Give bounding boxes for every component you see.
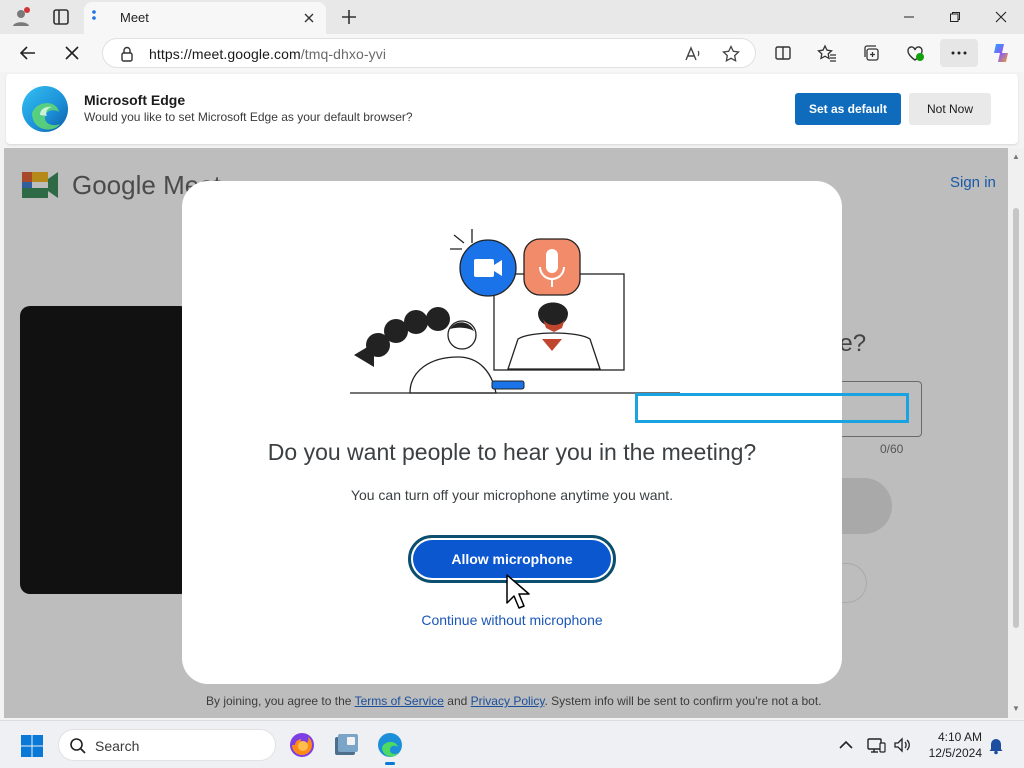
windows-taskbar: Search 4:10 AM 12/5/2024 (0, 720, 1024, 768)
focus-highlight-box (635, 393, 909, 423)
terms-prefix: By joining, you agree to the (206, 694, 352, 708)
banner-text: Would you like to set Microsoft Edge as … (84, 110, 413, 124)
chevron-up-icon[interactable] (836, 735, 856, 755)
collections-icon[interactable] (858, 40, 884, 66)
profile-icon[interactable] (8, 5, 34, 29)
file-app-icon[interactable] (332, 731, 360, 759)
volume-icon[interactable] (892, 735, 912, 755)
terms-and: and (447, 694, 468, 708)
close-tab-icon[interactable] (300, 9, 318, 27)
scroll-up-icon[interactable]: ▲ (1012, 152, 1020, 161)
stop-loading-icon[interactable] (58, 39, 86, 67)
google-meet-logo-icon (20, 168, 60, 202)
notification-bell-icon[interactable] (986, 735, 1006, 755)
banner-title: Microsoft Edge (84, 92, 186, 108)
sign-in-link[interactable]: Sign in (950, 174, 996, 191)
more-options-icon[interactable] (940, 39, 978, 67)
edge-taskbar-icon[interactable] (376, 731, 404, 765)
tab-title: Meet (120, 10, 149, 25)
read-aloud-icon[interactable] (683, 44, 703, 64)
search-label: Search (95, 738, 140, 754)
continue-without-microphone-link[interactable]: Continue without microphone (182, 612, 842, 628)
loading-icon (92, 10, 96, 20)
scroll-thumb[interactable] (1013, 208, 1019, 628)
page-scrollbar[interactable]: ▲ ▼ (1008, 148, 1024, 718)
clock-date: 12/5/2024 (928, 746, 982, 760)
split-screen-icon[interactable] (770, 40, 796, 66)
firefox-icon[interactable] (288, 731, 316, 759)
title-bar: Meet (0, 0, 1024, 34)
mouse-cursor-icon (505, 573, 531, 613)
character-count: 0/60 (880, 442, 904, 456)
url-host: https://meet.google.com (149, 46, 301, 62)
browser-essentials-icon[interactable] (902, 40, 928, 66)
dialog-title: Do you want people to hear you in the me… (267, 439, 757, 465)
url-text: https://meet.google.com/tmq-dhxo-yvi (149, 46, 386, 62)
meeting-illustration (350, 221, 680, 401)
url-path: /tmq-dhxo-yvi (300, 46, 387, 62)
clock-time: 4:10 AM (937, 730, 982, 744)
not-now-button[interactable]: Not Now (909, 93, 991, 125)
other-options-edge[interactable] (839, 563, 867, 603)
camera-preview (20, 306, 190, 594)
terms-suffix: . System info will be sent to confirm yo… (544, 694, 822, 708)
edge-logo-icon (20, 84, 70, 134)
favorites-icon[interactable] (814, 40, 840, 66)
system-clock[interactable]: 4:10 AM 12/5/2024 (916, 729, 982, 761)
browser-toolbar: https://meet.google.com/tmq-dhxo-yvi (0, 34, 1024, 72)
active-app-indicator (385, 762, 395, 765)
tab-actions-icon[interactable] (48, 5, 74, 29)
lock-icon[interactable] (117, 44, 137, 64)
close-window-icon[interactable] (978, 0, 1024, 34)
taskbar-search[interactable]: Search (58, 729, 276, 761)
tab-meet[interactable]: Meet (84, 2, 326, 34)
set-as-default-button[interactable]: Set as default (795, 93, 901, 125)
terms-of-service-link[interactable]: Terms of Service (355, 694, 444, 708)
network-icon[interactable] (866, 735, 886, 755)
minimize-icon[interactable] (886, 0, 932, 34)
windows-start-icon[interactable] (20, 734, 44, 758)
back-arrow-icon[interactable] (14, 39, 42, 67)
new-tab-icon[interactable] (338, 6, 360, 28)
search-icon (70, 738, 86, 754)
dialog-subtitle: You can turn off your microphone anytime… (350, 487, 674, 503)
restore-icon[interactable] (932, 0, 978, 34)
copilot-icon[interactable] (988, 40, 1014, 66)
address-bar[interactable]: https://meet.google.com/tmq-dhxo-yvi (102, 38, 756, 68)
default-browser-banner: Microsoft Edge Would you like to set Mic… (6, 74, 1018, 144)
scroll-down-icon[interactable]: ▼ (1012, 704, 1020, 713)
favorite-star-icon[interactable] (721, 44, 741, 64)
privacy-policy-link[interactable]: Privacy Policy (471, 694, 545, 708)
join-terms-text: By joining, you agree to the Terms of Se… (206, 694, 822, 708)
